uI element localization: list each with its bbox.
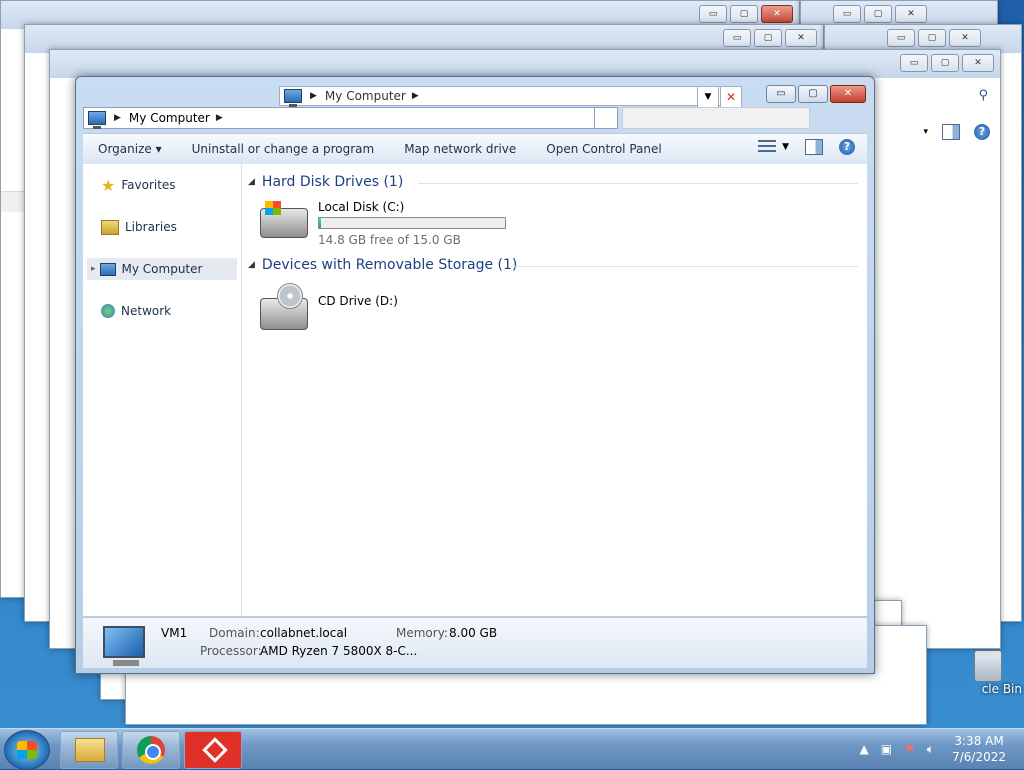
minimize-button[interactable]: ▭: [887, 29, 915, 47]
recycle-bin-label[interactable]: cle Bin: [982, 682, 1022, 696]
navigation-pane: ★ Favorites Libraries ▸ My Computer Netw…: [83, 164, 242, 616]
preview-pane-icon[interactable]: [805, 139, 823, 155]
drive-local-disk-c[interactable]: Local Disk (C:) 14.8 GB free of 15.0 GB: [260, 200, 506, 247]
close-button[interactable]: ✕: [895, 5, 927, 23]
processor-value: AMD Ryzen 7 5800X 8-C...: [260, 644, 418, 658]
close-button[interactable]: ✕: [830, 85, 866, 103]
open-control-panel-button[interactable]: Open Control Panel: [531, 142, 676, 156]
hard-disk-icon: [260, 201, 308, 238]
maximize-button[interactable]: ▢: [730, 5, 758, 23]
command-bar: Organize ▾ Uninstall or change a program…: [83, 133, 867, 165]
clock-date: 7/6/2022: [952, 750, 1006, 764]
clock-time: 3:38 AM: [954, 734, 1004, 748]
sidebar-item-my-computer[interactable]: ▸ My Computer: [87, 258, 237, 280]
uninstall-program-button[interactable]: Uninstall or change a program: [177, 142, 390, 156]
chrome-icon: [137, 736, 165, 764]
drive-name: CD Drive (D:): [318, 294, 398, 308]
chevron-right-icon[interactable]: ▶: [412, 91, 419, 101]
close-button[interactable]: ✕: [785, 29, 817, 47]
views-dropdown-icon[interactable]: ▾: [923, 127, 928, 137]
chevron-right-icon: ▶: [310, 91, 317, 101]
taskbar-chrome-button[interactable]: [122, 731, 180, 769]
chevron-down-icon: ▾: [155, 142, 162, 156]
computer-icon: [103, 626, 145, 666]
help-icon[interactable]: ?: [839, 139, 855, 155]
maximize-button[interactable]: ▢: [798, 85, 828, 103]
close-button[interactable]: ✕: [962, 54, 994, 72]
memory-label: Memory:: [396, 626, 448, 640]
memory-value: 8.00 GB: [449, 626, 498, 640]
recycle-bin-icon[interactable]: [974, 650, 1002, 682]
taskbar-anydesk-button[interactable]: [184, 731, 242, 769]
minimize-button[interactable]: ▭: [833, 5, 861, 23]
computer-icon: [99, 262, 116, 276]
views-icon: [758, 140, 777, 154]
network-tray-icon[interactable]: ▣: [881, 742, 892, 756]
chevron-right-icon[interactable]: ▶: [114, 113, 121, 123]
my-computer-window[interactable]: ▶ My Computer ▶ ▼ ✕ ▭ ▢ ✕ ▶ My Computer …: [75, 76, 875, 674]
drive-cd-d[interactable]: CD Drive (D:): [260, 283, 398, 330]
clock[interactable]: 3:38 AM 7/6/2022: [952, 733, 1006, 765]
domain-value: collabnet.local: [260, 626, 348, 640]
search-icon[interactable]: ⚲: [978, 88, 988, 103]
anydesk-icon: [185, 732, 241, 768]
title-address-bar[interactable]: ▶ My Computer ▶: [279, 86, 721, 107]
volume-icon[interactable]: 🔈︎: [927, 742, 934, 757]
address-text: My Computer: [128, 111, 210, 125]
close-button[interactable]: ✕: [949, 29, 981, 47]
folder-icon: [75, 738, 105, 762]
drive-free-space: 14.8 GB free of 15.0 GB: [318, 233, 461, 247]
start-button[interactable]: [4, 730, 50, 770]
minimize-button[interactable]: ▭: [699, 5, 727, 23]
details-pane: VM1 Domain: collabnet.local Memory: 8.00…: [83, 617, 867, 668]
minimize-button[interactable]: ▭: [900, 54, 928, 72]
action-center-icon[interactable]: ⚑: [904, 742, 915, 756]
processor-label: Processor:: [200, 644, 262, 658]
chevron-down-icon: ▼: [782, 142, 789, 152]
group-header-removable-storage[interactable]: ◢ Devices with Removable Storage (1): [248, 257, 858, 273]
maximize-button[interactable]: ▢: [931, 54, 959, 72]
collapse-icon[interactable]: ◢: [248, 260, 255, 270]
group-header-hard-disk-drives[interactable]: ◢ Hard Disk Drives (1): [248, 174, 858, 190]
disk-usage-bar: [318, 217, 506, 229]
collapse-icon[interactable]: ◢: [248, 177, 255, 187]
minimize-button[interactable]: ▭: [766, 85, 796, 103]
search-input[interactable]: [622, 107, 810, 129]
taskbar: ▲ ▣ ⚑ 🔈︎ 3:38 AM 7/6/2022: [0, 728, 1024, 770]
sidebar-item-favorites[interactable]: ★ Favorites: [87, 174, 237, 196]
clear-address-button[interactable]: ✕: [720, 86, 742, 108]
file-list: ◢ Hard Disk Drives (1) Local Disk (C:) 1…: [242, 164, 867, 616]
map-network-drive-button[interactable]: Map network drive: [389, 142, 531, 156]
sidebar-item-libraries[interactable]: Libraries: [87, 216, 237, 238]
help-icon[interactable]: ?: [974, 124, 990, 140]
taskbar-explorer-button[interactable]: [60, 731, 118, 769]
title-path-text: My Computer: [324, 89, 406, 103]
maximize-button[interactable]: ▢: [754, 29, 782, 47]
star-icon: ★: [101, 175, 116, 195]
address-bar[interactable]: ▶ My Computer ▶: [83, 107, 595, 129]
sidebar-item-network[interactable]: Network: [87, 300, 237, 322]
preview-pane-icon[interactable]: [942, 124, 960, 140]
system-tray: ▲ ▣ ⚑ 🔈︎ 3:38 AM 7/6/2022: [854, 729, 1024, 769]
computer-icon: [284, 89, 302, 107]
libraries-icon: [101, 219, 119, 235]
chevron-right-icon[interactable]: ▸: [91, 264, 96, 274]
computer-name: VM1: [161, 626, 188, 640]
organize-button[interactable]: Organize ▾: [83, 142, 177, 156]
maximize-button[interactable]: ▢: [918, 29, 946, 47]
minimize-button[interactable]: ▭: [723, 29, 751, 47]
computer-icon: [88, 111, 106, 129]
drive-name: Local Disk (C:): [318, 200, 405, 214]
chevron-right-icon[interactable]: ▶: [216, 113, 223, 123]
network-icon: [101, 304, 115, 318]
chevron-up-icon[interactable]: ▲: [860, 742, 869, 756]
maximize-button[interactable]: ▢: [864, 5, 892, 23]
cd-drive-icon: [260, 283, 308, 330]
address-dropdown-button[interactable]: ▼: [697, 86, 719, 108]
close-button[interactable]: ✕: [761, 5, 793, 23]
change-view-button[interactable]: ▼: [758, 140, 789, 154]
address-bar-segment[interactable]: [594, 107, 618, 129]
domain-label: Domain:: [209, 626, 260, 640]
